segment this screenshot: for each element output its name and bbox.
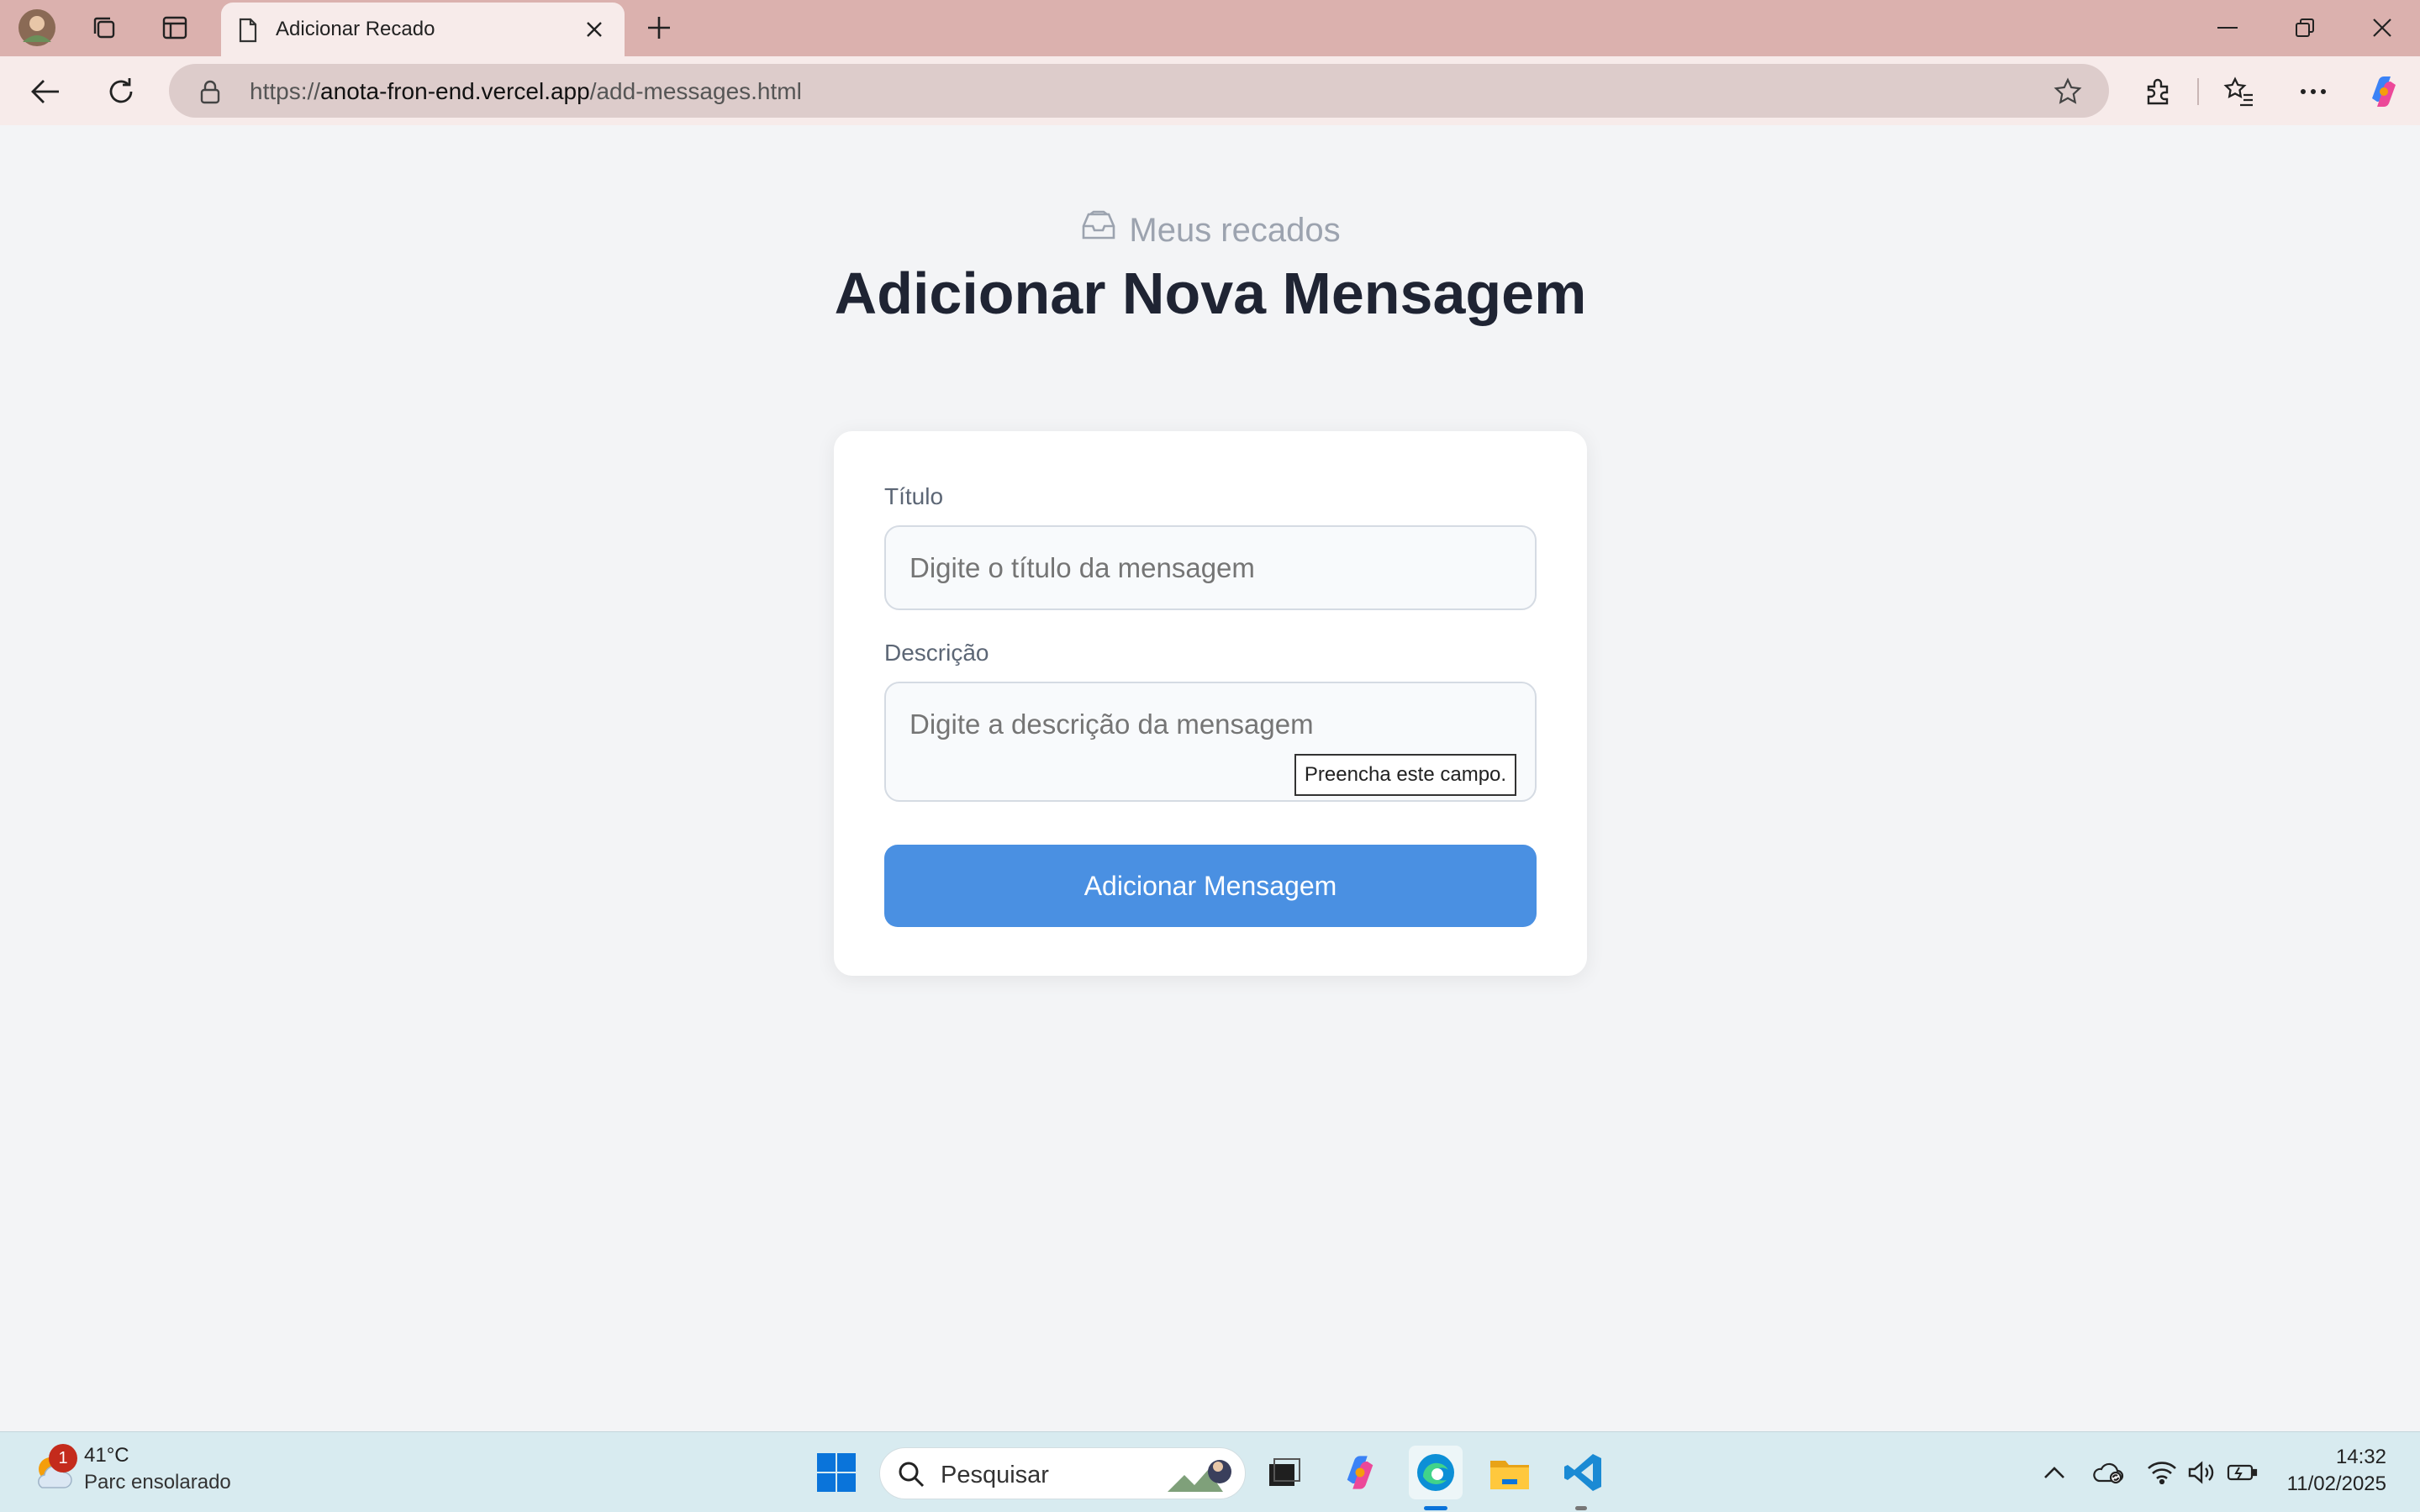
url-text[interactable]: https://anota-fron-end.vercel.app/add-me… [250, 78, 802, 105]
close-tab-icon[interactable] [579, 14, 609, 45]
file-explorer-icon[interactable] [1483, 1446, 1537, 1499]
brand: Meus recados [7, 209, 2414, 251]
volume-icon[interactable] [2184, 1454, 2221, 1491]
validation-tooltip: Preencha este campo. [1294, 754, 1516, 796]
weather-description[interactable]: Parc ensolarado [84, 1471, 231, 1494]
title-input[interactable] [884, 525, 1537, 610]
description-label: Descrição [884, 640, 989, 666]
extensions-icon[interactable] [2135, 68, 2182, 115]
search-highlight-icon [1164, 1453, 1236, 1499]
tab-actions-icon[interactable] [148, 7, 202, 49]
copilot-app-icon[interactable] [1333, 1446, 1387, 1499]
chevron-up-icon[interactable] [2036, 1454, 2073, 1491]
vscode-icon[interactable] [1557, 1446, 1611, 1499]
weather-temperature[interactable]: 41°C [84, 1444, 129, 1467]
page-icon [238, 18, 258, 47]
workspaces-icon[interactable] [77, 7, 131, 49]
clock-date: 11/02/2025 [2286, 1472, 2386, 1495]
favorite-star-icon[interactable] [2054, 77, 2082, 110]
inbox-icon [1080, 209, 1117, 251]
clock-time: 14:32 [2335, 1446, 2386, 1468]
edge-browser-icon[interactable] [1409, 1446, 1463, 1499]
restore-icon[interactable] [2271, 7, 2338, 49]
back-arrow-icon[interactable] [22, 68, 69, 115]
brand-text: Meus recados [1129, 211, 1341, 249]
profile-avatar[interactable] [10, 7, 64, 49]
address-bar[interactable]: https://anota-fron-end.vercel.app/add-me… [169, 64, 2109, 118]
toolbar-divider [2197, 78, 2199, 105]
add-message-button[interactable]: Adicionar Mensagem [884, 845, 1537, 927]
taskbar-search[interactable]: Pesquisar [879, 1447, 1246, 1499]
battery-icon[interactable] [2224, 1454, 2261, 1491]
vscode-running-indicator [1575, 1506, 1587, 1510]
task-view-icon[interactable] [1257, 1446, 1311, 1499]
add-message-form: Título Descrição Preencha este campo. Ad… [834, 431, 1587, 976]
favorites-icon[interactable] [2216, 68, 2263, 115]
taskbar: 1 41°C Parc ensolarado Pesquisar 14:32 1… [0, 1431, 2420, 1512]
browser-toolbar: https://anota-fron-end.vercel.app/add-me… [0, 56, 2420, 125]
lock-icon[interactable] [199, 79, 221, 108]
close-window-icon[interactable] [2349, 7, 2416, 49]
page-title: Adicionar Nova Mensagem [834, 261, 1587, 326]
search-icon [897, 1460, 925, 1493]
taskbar-clock[interactable]: 14:32 11/02/2025 [2287, 1444, 2386, 1498]
copilot-icon[interactable] [2360, 68, 2407, 115]
windows-start-icon[interactable] [809, 1446, 863, 1499]
wifi-icon[interactable] [2143, 1454, 2180, 1491]
browser-titlebar: Adicionar Recado [0, 0, 2420, 56]
title-label: Título [884, 483, 944, 509]
page-content: Meus recados Adicionar Nova Mensagem Tít… [7, 125, 2414, 1424]
new-tab-button[interactable] [632, 7, 686, 49]
search-label: Pesquisar [941, 1462, 1049, 1488]
edge-active-indicator [1424, 1506, 1447, 1510]
minimize-icon[interactable] [2194, 7, 2261, 49]
weather-badge: 1 [49, 1444, 77, 1472]
active-tab[interactable]: Adicionar Recado [221, 3, 625, 56]
refresh-icon[interactable] [98, 68, 145, 115]
onedrive-sync-icon[interactable] [2090, 1454, 2127, 1491]
more-options-icon[interactable] [2290, 68, 2337, 115]
tab-title: Adicionar Recado [276, 18, 435, 40]
